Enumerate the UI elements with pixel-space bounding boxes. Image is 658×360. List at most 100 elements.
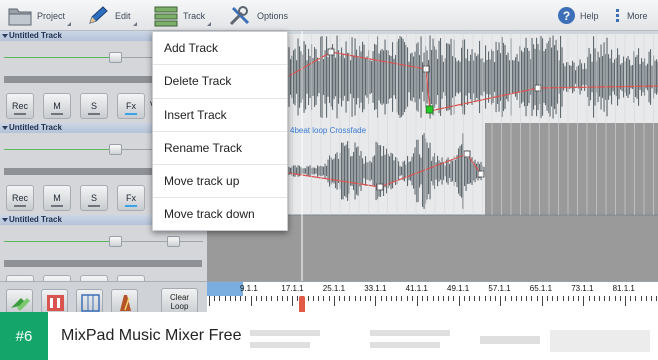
- fx-label: Fx: [126, 193, 136, 203]
- ruler-tick: [448, 296, 450, 301]
- pan-thumb[interactable]: [167, 236, 180, 247]
- slider-thumb[interactable]: [109, 144, 122, 155]
- rec-button[interactable]: Rec: [6, 93, 34, 119]
- ruler-tick: [567, 296, 569, 301]
- mute-button[interactable]: M: [43, 93, 71, 119]
- ruler-tick: [250, 296, 252, 306]
- ruler-label: 81.1.1: [612, 284, 635, 293]
- volume-slider[interactable]: [4, 236, 203, 248]
- options-menu-button[interactable]: Options: [228, 0, 288, 31]
- menu-item-insert-track[interactable]: Insert Track: [153, 99, 287, 132]
- project-menu-button[interactable]: Project: [8, 0, 72, 31]
- envelope-node[interactable]: [422, 65, 430, 73]
- ruler-tick: [489, 296, 491, 301]
- help-icon: ?: [558, 7, 575, 24]
- track-icon: [154, 6, 178, 26]
- ruler-tick: [375, 296, 377, 306]
- app-title[interactable]: MixPad Music Mixer Free: [61, 327, 241, 345]
- track-buttons: Rec M S Fx: [6, 93, 145, 119]
- solo-button[interactable]: S: [80, 185, 108, 211]
- ruler-tick: [474, 296, 476, 301]
- ruler-label: 41.1.1: [405, 284, 428, 293]
- slider-thumb[interactable]: [109, 52, 122, 63]
- ruler-tick: [479, 296, 481, 301]
- ruler-tick: [287, 296, 288, 301]
- menu-item-add-track[interactable]: Add Track: [153, 32, 287, 66]
- ruler-tick: [578, 296, 580, 301]
- ruler-tick: [276, 296, 278, 301]
- envelope-node[interactable]: [425, 105, 434, 114]
- ruler-tick: [557, 296, 559, 301]
- ruler-tick: [469, 296, 470, 301]
- ruler-tick: [541, 296, 543, 306]
- solo-label: S: [90, 101, 97, 111]
- project-label: Project: [37, 10, 66, 21]
- envelope-node[interactable]: [463, 150, 471, 158]
- ruler-tick: [344, 296, 346, 301]
- ruler-tick: [645, 296, 647, 301]
- solo-button[interactable]: S: [80, 93, 108, 119]
- ruler-tick: [635, 296, 637, 301]
- ruler-tick: [292, 296, 294, 306]
- ruler-tick: [593, 296, 595, 301]
- ruler-tick: [437, 296, 439, 301]
- level-meter: [4, 260, 202, 267]
- menu-item-rename-track[interactable]: Rename Track: [153, 132, 287, 166]
- ruler-tick: [380, 296, 382, 301]
- envelope-node[interactable]: [534, 84, 542, 92]
- edit-menu-button[interactable]: Edit: [86, 0, 137, 31]
- ruler-tick: [625, 296, 626, 306]
- ruler-tick: [333, 296, 335, 306]
- mute-button[interactable]: M: [43, 185, 71, 211]
- ruler-tick: [328, 296, 330, 301]
- ruler-tick: [500, 296, 502, 306]
- edit-label: Edit: [115, 10, 131, 21]
- fx-button[interactable]: Fx: [117, 185, 145, 211]
- menu-item-move-track-up[interactable]: Move track up: [153, 165, 287, 199]
- ruler-tick: [365, 296, 366, 301]
- menu-item-delete-track[interactable]: Delete Track: [153, 65, 287, 99]
- options-label: Options: [257, 10, 289, 21]
- ruler-tick: [396, 296, 398, 301]
- ruler-label: 73.1.1: [571, 284, 594, 293]
- ruler-tick: [531, 296, 533, 301]
- ruler-tick: [604, 296, 606, 301]
- envelope-node[interactable]: [327, 48, 335, 56]
- track-menu-button[interactable]: Track: [154, 0, 212, 31]
- ruler-tick: [630, 296, 632, 301]
- collapse-icon: [2, 218, 8, 222]
- track-name: Untitled Track: [9, 123, 62, 132]
- envelope-node[interactable]: [477, 170, 485, 178]
- timeline-ruler[interactable]: 9.1.1 17.1.1 25.1.1 33.1.1 41.1.1 49.1.1 57.1.…: [207, 281, 658, 326]
- ruler-tick: [261, 296, 262, 301]
- ruler-tick: [427, 296, 429, 301]
- fx-button[interactable]: Fx: [117, 93, 145, 119]
- ruler-tick: [651, 296, 652, 301]
- ruler-tick: [313, 296, 314, 301]
- rec-button[interactable]: Rec: [6, 185, 34, 211]
- ruler-tick: [495, 296, 496, 301]
- ruler-tick: [349, 296, 351, 301]
- more-button[interactable]: More: [616, 0, 648, 31]
- ruler-tick: [323, 296, 325, 301]
- ruler-tick: [422, 296, 424, 301]
- rec-label: Rec: [11, 193, 28, 203]
- ruler-tick: [385, 296, 387, 301]
- track-name: Untitled Track: [9, 31, 62, 40]
- menu-item-move-track-down[interactable]: Move track down: [153, 198, 287, 231]
- clear-loop-label-1: Clear: [169, 293, 190, 302]
- track-name: Untitled Track: [9, 215, 62, 224]
- loop-region[interactable]: [207, 282, 243, 296]
- ruler-tick: [573, 296, 574, 301]
- track-label: Track: [183, 10, 206, 21]
- track-dropdown-menu: Add Track Delete Track Insert Track Rena…: [152, 31, 288, 231]
- ruler-tick: [505, 296, 507, 301]
- ruler-tick: [526, 296, 528, 301]
- ruler-tick: [484, 296, 486, 301]
- ruler-tick: [271, 296, 273, 301]
- ruler-tick: [583, 296, 585, 306]
- ruler-tick: [219, 296, 221, 301]
- ruler-tick: [255, 296, 257, 301]
- help-button[interactable]: ? Help: [558, 0, 599, 31]
- slider-thumb[interactable]: [109, 236, 122, 247]
